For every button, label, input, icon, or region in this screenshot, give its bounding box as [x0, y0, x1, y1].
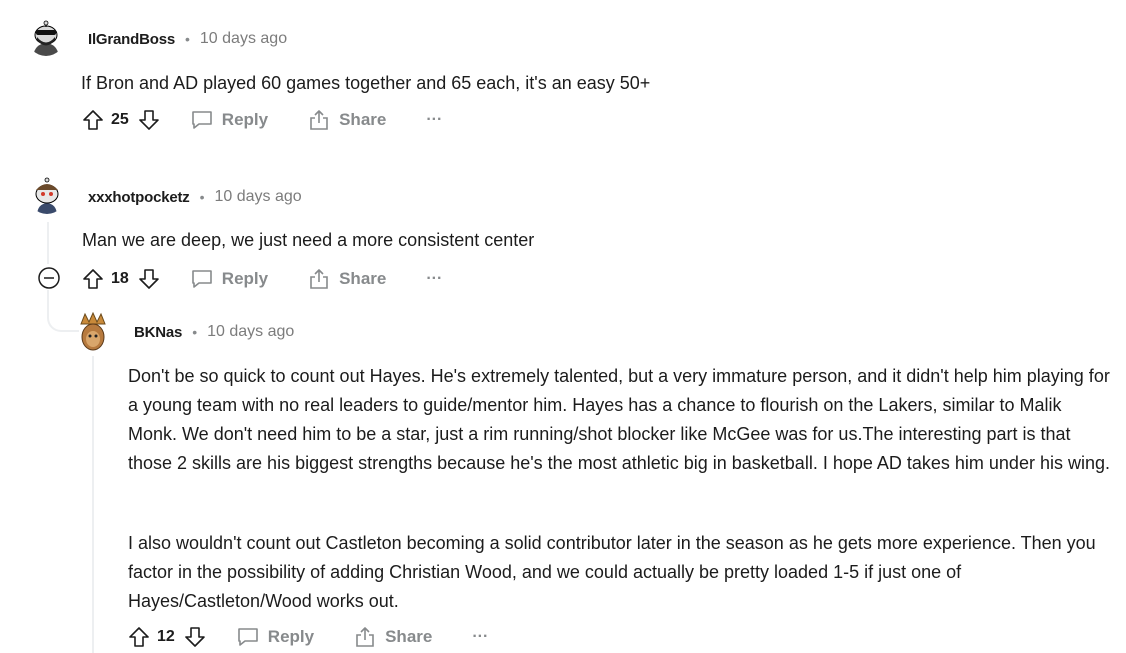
- snoo-avatar-icon: [27, 18, 65, 56]
- comment-actions: 25 Reply Share ···: [81, 107, 442, 133]
- reply-icon: [191, 270, 212, 288]
- timestamp[interactable]: 10 days ago: [200, 30, 287, 48]
- downvote-icon[interactable]: [137, 267, 161, 291]
- timestamp[interactable]: 10 days ago: [215, 188, 302, 206]
- comment-actions: 12 Reply Share ···: [127, 624, 488, 650]
- share-label: Share: [339, 110, 387, 129]
- more-options-button[interactable]: ···: [472, 628, 488, 646]
- upvote-icon[interactable]: [81, 108, 105, 132]
- comment-meta: BKNas • 10 days ago: [134, 323, 294, 341]
- share-icon: [356, 627, 374, 647]
- vote-score: 12: [157, 628, 175, 645]
- downvote-icon[interactable]: [183, 625, 207, 649]
- share-label: Share: [339, 269, 387, 288]
- crowned-avatar-icon: [80, 312, 106, 351]
- collapse-thread-button[interactable]: [37, 266, 61, 290]
- share-button[interactable]: Share: [308, 109, 386, 131]
- reply-button[interactable]: Reply: [191, 269, 268, 289]
- timestamp[interactable]: 10 days ago: [207, 323, 294, 341]
- share-icon: [310, 269, 328, 289]
- reply-button[interactable]: Reply: [191, 110, 268, 130]
- vote-score: 18: [111, 270, 129, 287]
- comment-actions: 18 Reply Share ···: [81, 266, 442, 292]
- avatar[interactable]: [76, 312, 110, 352]
- reply-thread-line[interactable]: [92, 356, 94, 653]
- separator-dot: •: [192, 324, 198, 340]
- vote-score: 25: [111, 111, 129, 128]
- share-button[interactable]: Share: [308, 268, 386, 290]
- comment-body: Man we are deep, we just need a more con…: [82, 230, 535, 250]
- share-icon: [310, 110, 328, 130]
- comment-meta: xxxhotpocketz • 10 days ago: [88, 188, 302, 206]
- thread-connector: [47, 290, 79, 332]
- separator-dot: •: [185, 31, 190, 47]
- separator-dot: •: [199, 189, 205, 205]
- thread-line[interactable]: [47, 222, 49, 264]
- avatar[interactable]: [27, 18, 65, 56]
- reply-button[interactable]: Reply: [237, 627, 314, 647]
- downvote-icon[interactable]: [137, 108, 161, 132]
- share-button[interactable]: Share: [354, 626, 432, 648]
- upvote-icon[interactable]: [127, 625, 151, 649]
- username[interactable]: IlGrandBoss: [88, 31, 175, 48]
- more-options-button[interactable]: ···: [426, 270, 442, 288]
- username[interactable]: BKNas: [134, 324, 182, 341]
- comment-meta: IlGrandBoss • 10 days ago: [88, 30, 287, 48]
- avatar[interactable]: [28, 176, 66, 214]
- reply-label: Reply: [221, 110, 269, 129]
- share-label: Share: [385, 627, 433, 646]
- comment-body-paragraph: Don't be so quick to count out Hayes. He…: [128, 366, 1110, 473]
- more-options-button[interactable]: ···: [426, 111, 442, 129]
- snoo-avatar-icon: [28, 176, 66, 214]
- upvote-icon[interactable]: [81, 267, 105, 291]
- username[interactable]: xxxhotpocketz: [88, 189, 190, 206]
- reply-icon: [237, 628, 258, 646]
- reply-label: Reply: [221, 269, 269, 288]
- comment-body: If Bron and AD played 60 games together …: [81, 73, 651, 93]
- reply-icon: [191, 111, 212, 129]
- collapse-icon: [38, 267, 60, 289]
- comment-body-paragraph: I also wouldn't count out Castleton beco…: [128, 533, 1096, 611]
- reply-label: Reply: [267, 627, 315, 646]
